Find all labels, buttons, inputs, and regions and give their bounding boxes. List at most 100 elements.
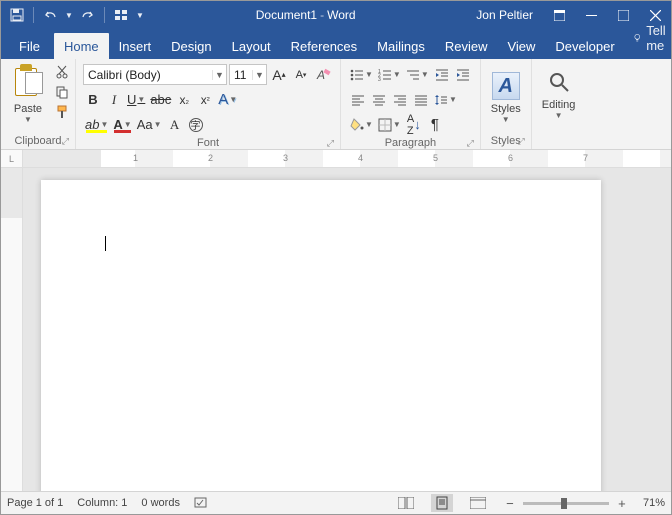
word-application-window: ▼ ▼ Document1-Word Jon Peltier File Home… <box>0 0 672 515</box>
borders-icon[interactable]: ▼ <box>376 114 403 135</box>
show-hide-marks-icon[interactable]: ¶ <box>425 114 445 135</box>
undo-icon[interactable] <box>40 5 60 25</box>
increase-indent-icon[interactable] <box>453 64 473 85</box>
spell-check-icon[interactable] <box>194 496 210 510</box>
vertical-ruler[interactable] <box>1 168 23 491</box>
svg-text:A: A <box>316 68 325 82</box>
ribbon: Paste ▼ Clipboard⤢ Calibri (Body)▼ 11▼ A… <box>1 59 671 150</box>
justify-icon[interactable] <box>411 89 431 110</box>
paste-button[interactable]: Paste ▼ <box>5 61 51 127</box>
character-shading-icon[interactable]: A <box>165 114 185 135</box>
tab-insert[interactable]: Insert <box>109 33 162 59</box>
group-label-styles: Styles⤢ <box>485 133 527 149</box>
underline-button[interactable]: U▼ <box>125 89 147 110</box>
text-effects-icon[interactable]: A▼ <box>216 89 239 110</box>
qat-more-icon[interactable]: ▼ <box>135 5 145 25</box>
tab-layout[interactable]: Layout <box>222 33 281 59</box>
group-editing: Editing ▼ <box>532 59 586 149</box>
qat-customize-icon[interactable] <box>111 5 131 25</box>
zoom-out-icon[interactable]: − <box>503 496 517 510</box>
font-launcher-icon[interactable]: ⤢ <box>327 138 334 149</box>
title-bar: ▼ ▼ Document1-Word Jon Peltier <box>1 1 671 29</box>
read-mode-icon[interactable] <box>395 494 417 512</box>
print-layout-icon[interactable] <box>431 494 453 512</box>
minimize-icon[interactable] <box>575 1 607 29</box>
tab-selector-icon[interactable]: L <box>1 150 23 167</box>
bullets-icon[interactable]: ▼ <box>348 64 375 85</box>
sort-icon[interactable]: AZ↓ <box>404 114 424 135</box>
lightbulb-icon <box>633 31 642 45</box>
group-paragraph: ▼ 123▼ ▼ ▼ ▼ ▼ AZ↓ ¶ Paragraph⤢ <box>341 59 481 149</box>
tab-file[interactable]: File <box>5 33 54 59</box>
tab-references[interactable]: References <box>281 33 367 59</box>
save-icon[interactable] <box>7 5 27 25</box>
zoom-level[interactable]: 71% <box>643 497 665 509</box>
font-family-combo[interactable]: Calibri (Body)▼ <box>83 64 227 85</box>
web-layout-icon[interactable] <box>467 494 489 512</box>
font-size-combo[interactable]: 11▼ <box>229 64 267 85</box>
line-spacing-icon[interactable]: ▼ <box>432 89 459 110</box>
tab-developer[interactable]: Developer <box>545 33 624 59</box>
document-area <box>1 168 671 491</box>
zoom-in-icon[interactable]: + <box>615 496 629 510</box>
font-color-icon[interactable]: A▼ <box>111 114 133 135</box>
cut-icon[interactable] <box>53 63 71 81</box>
tab-review[interactable]: Review <box>435 33 498 59</box>
group-styles: A Styles ▼ Styles⤢ <box>481 59 532 149</box>
styles-dropdown-icon[interactable]: ▼ <box>502 115 510 124</box>
zoom-thumb[interactable] <box>561 498 567 509</box>
styles-button[interactable]: A Styles ▼ <box>485 65 527 131</box>
ribbon-display-options-icon[interactable] <box>543 1 575 29</box>
clear-formatting-icon[interactable]: A <box>313 64 333 85</box>
change-case-icon[interactable]: Aa▼ <box>135 114 164 135</box>
ribbon-tabs: File Home Insert Design Layout Reference… <box>1 29 671 59</box>
page-viewport[interactable] <box>23 168 671 491</box>
align-center-icon[interactable] <box>369 89 389 110</box>
editing-button[interactable]: Editing ▼ <box>536 61 582 127</box>
numbering-icon[interactable]: 123▼ <box>376 64 403 85</box>
zoom-track[interactable] <box>523 502 609 505</box>
shading-icon[interactable]: ▼ <box>348 114 375 135</box>
tab-mailings[interactable]: Mailings <box>367 33 435 59</box>
align-left-icon[interactable] <box>348 89 368 110</box>
editing-dropdown-icon[interactable]: ▼ <box>555 111 563 120</box>
decrease-indent-icon[interactable] <box>432 64 452 85</box>
multilevel-list-icon[interactable]: ▼ <box>404 64 431 85</box>
page-indicator[interactable]: Page 1 of 1 <box>7 497 63 509</box>
tab-design[interactable]: Design <box>161 33 221 59</box>
user-name[interactable]: Jon Peltier <box>476 8 533 22</box>
subscript-button[interactable]: x <box>174 89 194 110</box>
styles-launcher-icon[interactable]: ⤢ <box>518 136 525 147</box>
horizontal-ruler[interactable]: L 1234567 <box>1 150 671 168</box>
clipboard-launcher-icon[interactable]: ⤢ <box>62 136 69 147</box>
paste-dropdown-icon[interactable]: ▼ <box>24 115 32 124</box>
copy-icon[interactable] <box>53 83 71 101</box>
column-indicator[interactable]: Column: 1 <box>77 497 127 509</box>
word-count[interactable]: 0 words <box>141 497 180 509</box>
align-right-icon[interactable] <box>390 89 410 110</box>
styles-label: Styles <box>491 103 521 115</box>
tell-me-search[interactable]: Tell me <box>625 23 672 59</box>
grow-font-icon[interactable]: A▴ <box>269 64 289 85</box>
undo-dropdown-icon[interactable]: ▼ <box>64 5 74 25</box>
document-page[interactable] <box>41 180 601 491</box>
strikethrough-button[interactable]: abc <box>148 89 173 110</box>
tab-home[interactable]: Home <box>54 33 109 59</box>
enclose-characters-icon[interactable]: 字 <box>186 114 206 135</box>
redo-icon[interactable] <box>78 5 98 25</box>
quick-access-toolbar: ▼ ▼ <box>1 5 145 25</box>
superscript-button[interactable]: x <box>195 89 215 110</box>
chevron-down-icon[interactable]: ▼ <box>212 70 226 80</box>
chevron-down-icon[interactable]: ▼ <box>252 70 266 80</box>
italic-button[interactable]: I <box>104 89 124 110</box>
window-title: Document1-Word <box>145 8 466 22</box>
find-icon <box>545 68 573 96</box>
format-painter-icon[interactable] <box>53 103 71 121</box>
zoom-slider[interactable]: − + <box>503 496 629 510</box>
group-label-clipboard: Clipboard⤢ <box>5 133 71 149</box>
shrink-font-icon[interactable]: A▾ <box>291 64 311 85</box>
tab-view[interactable]: View <box>497 33 545 59</box>
highlight-color-icon[interactable]: ab▼ <box>83 114 110 135</box>
bold-button[interactable]: B <box>83 89 103 110</box>
paragraph-launcher-icon[interactable]: ⤢ <box>467 138 474 149</box>
